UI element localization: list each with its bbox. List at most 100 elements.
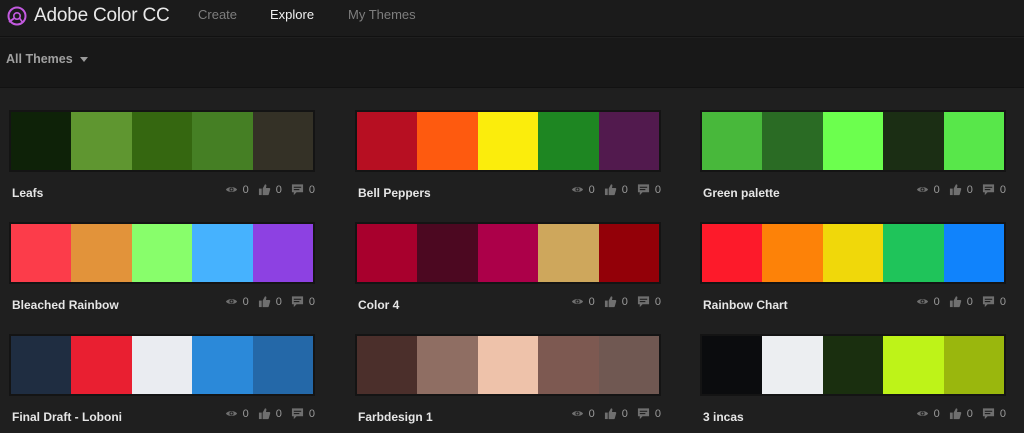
color-swatch[interactable] bbox=[131, 336, 193, 394]
likes-stat[interactable]: 0 bbox=[949, 407, 973, 420]
color-swatch[interactable] bbox=[702, 112, 763, 170]
color-swatch[interactable] bbox=[357, 224, 418, 282]
theme-card[interactable]: Bell Peppers 0 0 0 bbox=[355, 110, 661, 222]
color-swatch[interactable] bbox=[417, 336, 478, 394]
nav-tab-my-themes[interactable]: My Themes bbox=[348, 7, 416, 22]
color-swatch[interactable] bbox=[252, 112, 314, 170]
color-swatch[interactable] bbox=[702, 336, 763, 394]
theme-palette[interactable] bbox=[9, 110, 315, 172]
color-swatch[interactable] bbox=[11, 224, 72, 282]
color-swatch[interactable] bbox=[417, 112, 478, 170]
color-swatch[interactable] bbox=[71, 112, 132, 170]
theme-palette[interactable] bbox=[355, 110, 661, 172]
color-swatch[interactable] bbox=[357, 112, 418, 170]
color-swatch[interactable] bbox=[598, 336, 660, 394]
comments-stat[interactable]: 0 bbox=[982, 183, 1006, 196]
color-swatch[interactable] bbox=[131, 112, 193, 170]
thumbs-up-icon[interactable] bbox=[258, 295, 271, 308]
color-swatch[interactable] bbox=[943, 224, 1005, 282]
comments-stat[interactable]: 0 bbox=[637, 407, 661, 420]
theme-card[interactable]: Green palette 0 0 0 bbox=[700, 110, 1006, 222]
color-swatch[interactable] bbox=[943, 336, 1005, 394]
theme-palette[interactable] bbox=[700, 222, 1006, 284]
likes-stat[interactable]: 0 bbox=[258, 295, 282, 308]
theme-title[interactable]: Green palette bbox=[703, 186, 780, 200]
theme-palette[interactable] bbox=[9, 334, 315, 396]
comment-icon[interactable] bbox=[982, 183, 995, 196]
color-swatch[interactable] bbox=[538, 224, 599, 282]
color-swatch[interactable] bbox=[598, 224, 660, 282]
color-swatch[interactable] bbox=[357, 336, 418, 394]
theme-title[interactable]: 3 incas bbox=[703, 410, 744, 424]
color-swatch[interactable] bbox=[883, 224, 944, 282]
theme-palette[interactable] bbox=[700, 110, 1006, 172]
theme-title[interactable]: Color 4 bbox=[358, 298, 399, 312]
theme-title[interactable]: Leafs bbox=[12, 186, 43, 200]
app-logo[interactable]: Adobe Color CC bbox=[6, 3, 170, 29]
theme-card[interactable]: Leafs 0 0 0 bbox=[9, 110, 315, 222]
theme-card[interactable]: Farbdesign 1 0 0 0 bbox=[355, 334, 661, 433]
thumbs-up-icon[interactable] bbox=[258, 407, 271, 420]
color-swatch[interactable] bbox=[883, 336, 944, 394]
theme-card[interactable]: Final Draft - Loboni 0 0 0 bbox=[9, 334, 315, 433]
color-swatch[interactable] bbox=[252, 224, 314, 282]
theme-title[interactable]: Farbdesign 1 bbox=[358, 410, 433, 424]
theme-title[interactable]: Bell Peppers bbox=[358, 186, 431, 200]
color-swatch[interactable] bbox=[11, 336, 72, 394]
theme-palette[interactable] bbox=[700, 334, 1006, 396]
color-swatch[interactable] bbox=[822, 336, 884, 394]
color-swatch[interactable] bbox=[538, 336, 599, 394]
color-swatch[interactable] bbox=[477, 224, 539, 282]
thumbs-up-icon[interactable] bbox=[258, 183, 271, 196]
theme-palette[interactable] bbox=[355, 334, 661, 396]
thumbs-up-icon[interactable] bbox=[604, 295, 617, 308]
likes-stat[interactable]: 0 bbox=[949, 183, 973, 196]
color-swatch[interactable] bbox=[192, 224, 253, 282]
color-swatch[interactable] bbox=[252, 336, 314, 394]
color-swatch[interactable] bbox=[822, 224, 884, 282]
thumbs-up-icon[interactable] bbox=[949, 183, 962, 196]
color-swatch[interactable] bbox=[762, 112, 823, 170]
thumbs-up-icon[interactable] bbox=[604, 183, 617, 196]
likes-stat[interactable]: 0 bbox=[949, 295, 973, 308]
nav-tab-create[interactable]: Create bbox=[198, 7, 237, 22]
color-swatch[interactable] bbox=[71, 336, 132, 394]
color-swatch[interactable] bbox=[702, 224, 763, 282]
theme-title[interactable]: Final Draft - Loboni bbox=[12, 410, 122, 424]
all-themes-dropdown[interactable]: All Themes bbox=[6, 52, 88, 66]
likes-stat[interactable]: 0 bbox=[258, 407, 282, 420]
theme-palette[interactable] bbox=[355, 222, 661, 284]
color-swatch[interactable] bbox=[11, 112, 72, 170]
theme-palette[interactable] bbox=[9, 222, 315, 284]
comments-stat[interactable]: 0 bbox=[637, 183, 661, 196]
comment-icon[interactable] bbox=[291, 407, 304, 420]
comment-icon[interactable] bbox=[982, 407, 995, 420]
color-swatch[interactable] bbox=[822, 112, 884, 170]
color-swatch[interactable] bbox=[943, 112, 1005, 170]
comments-stat[interactable]: 0 bbox=[291, 183, 315, 196]
color-swatch[interactable] bbox=[883, 112, 944, 170]
comments-stat[interactable]: 0 bbox=[291, 407, 315, 420]
comment-icon[interactable] bbox=[291, 295, 304, 308]
thumbs-up-icon[interactable] bbox=[949, 295, 962, 308]
color-swatch[interactable] bbox=[192, 112, 253, 170]
color-swatch[interactable] bbox=[598, 112, 660, 170]
comments-stat[interactable]: 0 bbox=[982, 295, 1006, 308]
comment-icon[interactable] bbox=[637, 295, 650, 308]
theme-card[interactable]: Rainbow Chart 0 0 0 bbox=[700, 222, 1006, 334]
comments-stat[interactable]: 0 bbox=[637, 295, 661, 308]
color-swatch[interactable] bbox=[477, 336, 539, 394]
color-swatch[interactable] bbox=[762, 336, 823, 394]
thumbs-up-icon[interactable] bbox=[949, 407, 962, 420]
theme-card[interactable]: Color 4 0 0 0 bbox=[355, 222, 661, 334]
color-swatch[interactable] bbox=[417, 224, 478, 282]
comment-icon[interactable] bbox=[982, 295, 995, 308]
comment-icon[interactable] bbox=[637, 407, 650, 420]
comments-stat[interactable]: 0 bbox=[291, 295, 315, 308]
nav-tab-explore[interactable]: Explore bbox=[270, 7, 314, 22]
likes-stat[interactable]: 0 bbox=[604, 183, 628, 196]
theme-card[interactable]: Bleached Rainbow 0 0 0 bbox=[9, 222, 315, 334]
likes-stat[interactable]: 0 bbox=[604, 407, 628, 420]
likes-stat[interactable]: 0 bbox=[258, 183, 282, 196]
comment-icon[interactable] bbox=[291, 183, 304, 196]
